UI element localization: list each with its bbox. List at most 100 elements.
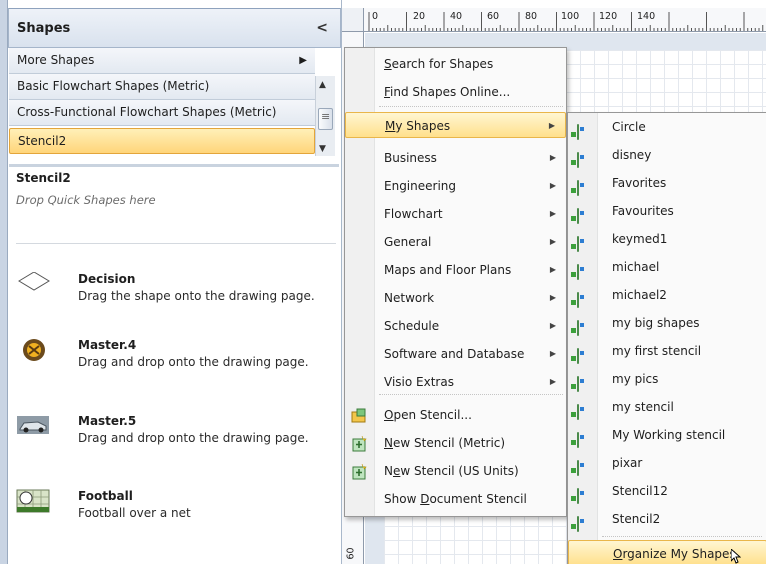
menu-item-2[interactable]: My Shapes ▶: [345, 112, 566, 138]
menu-item-3[interactable]: Business ▶: [345, 145, 566, 171]
my-shapes-item[interactable]: Favorites: [568, 170, 766, 196]
stencil-glyph: [577, 432, 579, 448]
stencil-glyph: [577, 404, 579, 420]
master-name: Master.4: [78, 338, 137, 352]
ruler-label: 100: [561, 11, 580, 22]
my-shapes-item[interactable]: my stencil: [568, 394, 766, 420]
my-shapes-item[interactable]: keymed1: [568, 226, 766, 252]
my-shapes-item[interactable]: Circle: [568, 114, 766, 140]
menu-item-label: disney: [612, 148, 652, 162]
menu-item-label: pen Stencil...: [393, 408, 472, 422]
menu-item-12[interactable]: Open Stencil...: [345, 402, 566, 428]
submenu-arrow-icon: ▶: [549, 377, 556, 386]
stencil-list-scrollbar[interactable]: ▲ ▼: [315, 76, 335, 156]
splitter[interactable]: [9, 164, 339, 167]
menu-item-label: Schedule: [384, 319, 440, 333]
menu-item-label: Stencil12: [612, 484, 668, 498]
menu-item-8[interactable]: Network ▶: [345, 285, 566, 311]
stencil-glyph: [577, 236, 579, 252]
stencil-list: More Shapes ▶ Basic Flowchart Shapes (Me…: [9, 48, 315, 162]
my-shapes-item[interactable]: Stencil12: [568, 478, 766, 504]
menu-item-label: My Working stencil: [612, 428, 726, 442]
quick-shapes-hint: Drop Quick Shapes here: [16, 193, 156, 207]
stencil-file-icon: [577, 203, 593, 224]
stencil-label: Stencil2: [18, 134, 67, 148]
stencil-item-stencil2[interactable]: Stencil2: [9, 128, 315, 154]
my-shapes-item[interactable]: Favourites: [568, 198, 766, 224]
menu-item-15[interactable]: Show Document Stencil: [345, 486, 566, 512]
menu-item-4[interactable]: Engineering ▶: [345, 173, 566, 199]
master-description: Football over a net: [78, 506, 191, 520]
menu-item-label: Favorites: [612, 176, 667, 190]
menu-item-9[interactable]: Schedule ▶: [345, 313, 566, 339]
submenu-arrow-icon: ▶: [549, 153, 556, 162]
menu-item-label: michael: [612, 260, 660, 274]
my-shapes-item[interactable]: my first stencil: [568, 338, 766, 364]
my-shapes-item[interactable]: my big shapes: [568, 310, 766, 336]
menu-item-11[interactable]: Visio Extras ▶: [345, 369, 566, 395]
menu-item-label: Visio Extras: [384, 375, 454, 389]
menu-item-1[interactable]: Find Shapes Online...: [345, 79, 566, 105]
stencil-glyph: [577, 208, 579, 224]
my-shapes-item[interactable]: my pics: [568, 366, 766, 392]
menu-item-label: Network: [384, 291, 435, 305]
menu-item-label: my big shapes: [612, 316, 700, 330]
ruler-label: 40: [450, 11, 463, 22]
menu-item-6[interactable]: General ▶: [345, 229, 566, 255]
stencil-file-icon: [577, 483, 593, 504]
menu-item-label: ind Shapes Online...: [390, 85, 511, 99]
open-stencil-icon: [351, 407, 367, 423]
stencil-file-icon: [577, 343, 593, 364]
scroll-thumb[interactable]: [318, 108, 333, 130]
menu-item-label: N: [384, 464, 393, 478]
stencil-item-cross-functional[interactable]: Cross-Functional Flowchart Shapes (Metri…: [9, 100, 315, 126]
menu-item-13[interactable]: New Stencil (Metric): [345, 430, 566, 456]
my-shapes-item[interactable]: My Working stencil: [568, 422, 766, 448]
menu-item-10[interactable]: Software and Database ▶: [345, 341, 566, 367]
master-description: Drag the shape onto the drawing page.: [78, 289, 315, 303]
stencil-glyph: [577, 488, 579, 504]
stencil-glyph: [577, 292, 579, 308]
menu-item-7[interactable]: Maps and Floor Plans ▶: [345, 257, 566, 283]
menu-item-label: ocument Stencil: [429, 492, 527, 506]
my-shapes-item[interactable]: disney: [568, 142, 766, 168]
stencil-glyph: [577, 516, 579, 532]
my-shapes-item[interactable]: pixar: [568, 450, 766, 476]
accelerator-key: M: [385, 119, 396, 133]
diamond-icon: [18, 272, 50, 291]
menu-separator: [379, 394, 563, 395]
collapse-panel-button[interactable]: <: [316, 20, 328, 36]
ruler-origin-icon[interactable]: [342, 8, 364, 32]
stencil-file-icon: [577, 455, 593, 476]
more-shapes-button[interactable]: More Shapes ▶: [9, 48, 315, 74]
menu-item-label: my first stencil: [612, 344, 702, 358]
menu-item-label: keymed1: [612, 232, 668, 246]
submenu-arrow-icon: ▶: [549, 321, 556, 330]
ruler-ticks: [368, 12, 764, 31]
my-shapes-item[interactable]: michael: [568, 254, 766, 280]
stencil-label: Cross-Functional Flowchart Shapes (Metri…: [17, 105, 277, 119]
window-border: [0, 0, 8, 564]
menu-item-14[interactable]: New Stencil (US Units): [345, 458, 566, 484]
menu-item-label: ew Stencil (Metric): [392, 436, 506, 450]
scroll-up-icon[interactable]: ▲: [319, 80, 326, 90]
shapes-panel-header: Shapes <: [8, 8, 341, 48]
stencil-file-icon: [577, 427, 593, 448]
stencil-file-icon: [577, 399, 593, 420]
menu-item-label: Show: [384, 492, 421, 506]
my-shapes-item[interactable]: Stencil2: [568, 506, 766, 532]
ruler-label: 20: [413, 11, 426, 22]
stencil-glyph: [577, 460, 579, 476]
submenu-arrow-icon: ▶: [548, 121, 555, 130]
stencil-file-icon: [577, 119, 593, 140]
menu-item-0[interactable]: Search for Shapes: [345, 51, 566, 77]
quick-shapes-divider: [16, 243, 336, 244]
menu-item-label: Engineering: [384, 179, 456, 193]
scroll-down-icon[interactable]: ▼: [319, 144, 326, 154]
menu-item-5[interactable]: Flowchart ▶: [345, 201, 566, 227]
menu-item-label: rganize My Shapes: [622, 547, 736, 561]
stencil-item-basic-flowchart[interactable]: Basic Flowchart Shapes (Metric): [9, 74, 315, 100]
my-shapes-item[interactable]: michael2: [568, 282, 766, 308]
menu-item-label: w Stencil (US Units): [400, 464, 519, 478]
new-stencil-icon: [351, 435, 367, 452]
